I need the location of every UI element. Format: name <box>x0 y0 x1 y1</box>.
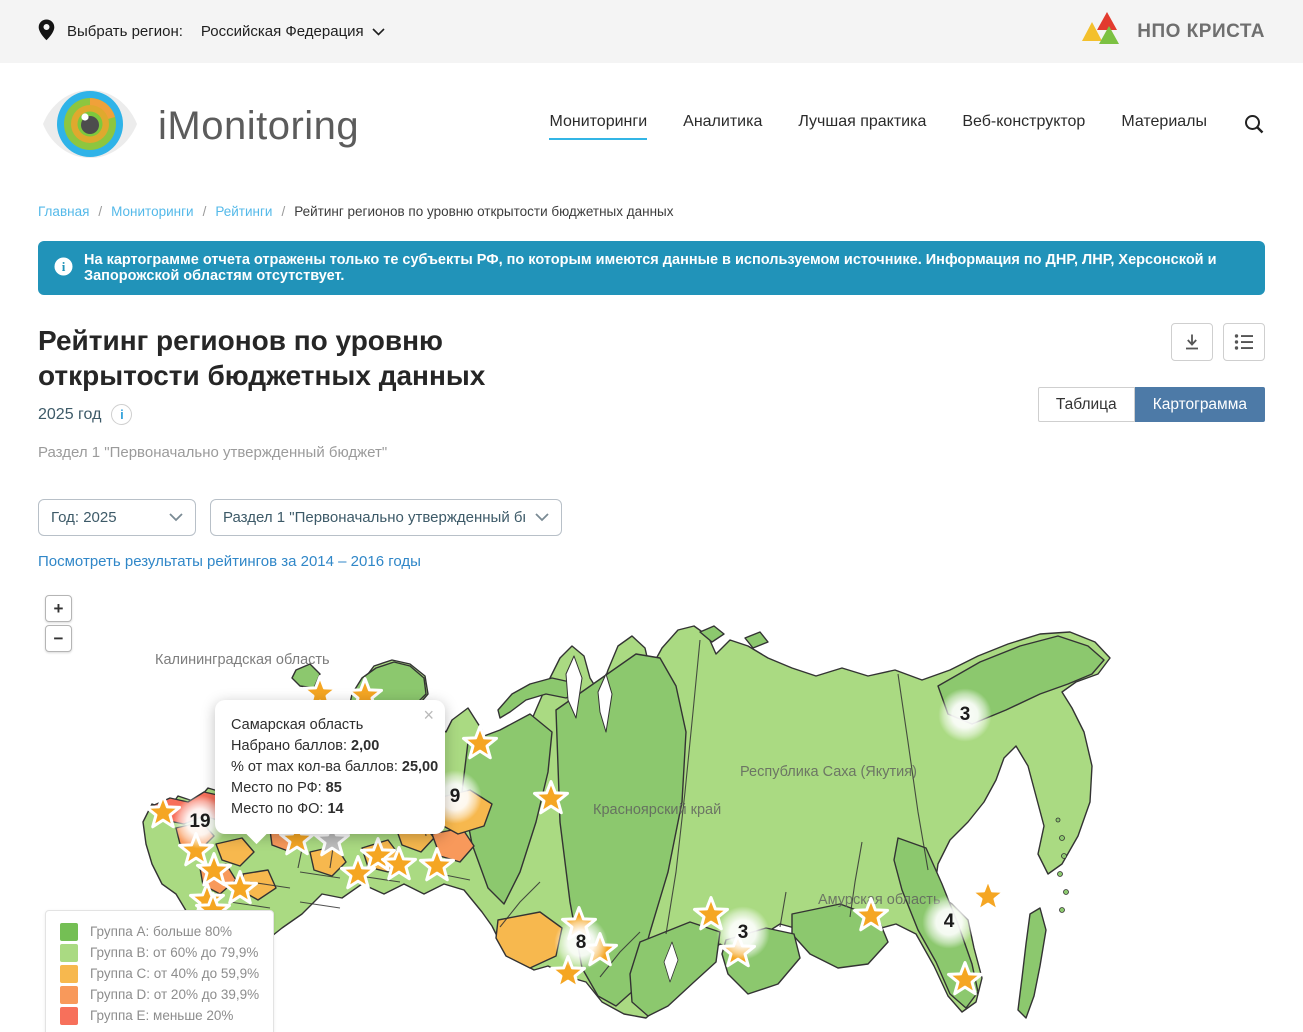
legend-group-d: Группа D: от 20% до 39,9% <box>60 984 259 1005</box>
map-region-label: Красноярский край <box>593 802 721 818</box>
toggle-map-button[interactable]: Картограмма <box>1135 387 1265 422</box>
svg-text:i: i <box>62 259 66 274</box>
list-icon <box>1234 333 1254 351</box>
krista-logo-text: НПО КРИСТА <box>1137 21 1265 43</box>
breadcrumb: Главная/ Мониторинги/ Рейтинги/ Рейтинг … <box>0 204 1303 219</box>
nav-best-practice[interactable]: Лучшая практика <box>798 113 926 140</box>
download-icon <box>1182 332 1202 352</box>
list-view-button[interactable] <box>1223 323 1265 361</box>
map-zoom-controls: + − <box>45 595 72 652</box>
location-pin-icon <box>38 19 55 45</box>
nav-materials[interactable]: Материалы <box>1121 113 1207 140</box>
history-results-link[interactable]: Посмотреть результаты рейтингов за 2014 … <box>38 553 421 570</box>
legend-swatch-c <box>60 965 78 983</box>
info-banner: i На картограмме отчета отражены только … <box>38 241 1265 295</box>
breadcrumb-current: Рейтинг регионов по уровню открытости бю… <box>294 204 673 219</box>
filters: Год: 2025 Раздел 1 "Первоначально утверж… <box>0 499 1303 536</box>
legend-swatch-e <box>60 1007 78 1025</box>
legend-group-e: Группа E: меньше 20% <box>60 1005 259 1026</box>
tooltip-percent-row: % от max кол-ва баллов: 25,00 <box>231 757 429 778</box>
legend-group-c: Группа C: от 40% до 59,9% <box>60 963 259 984</box>
zoom-out-button[interactable]: − <box>45 625 72 652</box>
chevron-down-icon <box>535 509 549 526</box>
map-region-label: Республика Саха (Якутия) <box>740 764 917 780</box>
tooltip-region-name: Самарская область <box>231 715 429 736</box>
cluster-badge[interactable]: 8 <box>554 916 608 970</box>
year-info-icon[interactable]: i <box>111 404 132 425</box>
map-canvas[interactable]: + − Калининградская область Республика Са… <box>0 582 1303 1032</box>
region-star-marker[interactable] <box>531 778 571 818</box>
toggle-table-button[interactable]: Таблица <box>1038 387 1135 422</box>
krista-triangles-icon <box>1081 10 1127 53</box>
section-select-value: Раздел 1 "Первоначально утвержденный бю <box>223 509 525 526</box>
map-region-label: Калининградская область <box>155 652 330 668</box>
imonitoring-logo[interactable]: iMonitoring <box>38 84 359 169</box>
breadcrumb-home[interactable]: Главная <box>38 204 89 219</box>
download-button[interactable] <box>1171 323 1213 361</box>
legend-swatch-d <box>60 986 78 1004</box>
cluster-badge[interactable]: 3 <box>938 688 992 742</box>
nav-monitorings[interactable]: Мониторинги <box>549 113 647 140</box>
tooltip-rf-rank-row: Место по РФ: 85 <box>231 778 429 799</box>
chevron-down-icon <box>372 23 385 40</box>
header: iMonitoring Мониторинги Аналитика Лучшая… <box>0 63 1303 190</box>
breadcrumb-monitorings[interactable]: Мониторинги <box>111 204 193 219</box>
breadcrumb-ratings[interactable]: Рейтинги <box>215 204 272 219</box>
select-region-label: Выбрать регион: <box>67 23 183 40</box>
title-section: Рейтинг регионов по уровню открытости бю… <box>0 323 1303 461</box>
krista-logo[interactable]: НПО КРИСТА <box>1081 10 1265 53</box>
region-star-marker[interactable] <box>968 876 1008 916</box>
year-select-value: Год: 2025 <box>51 509 117 526</box>
imonitoring-logo-text: iMonitoring <box>158 104 359 149</box>
cluster-badge[interactable]: 4 <box>922 895 976 949</box>
region-tooltip: × Самарская область Набрано баллов: 2,00… <box>215 700 445 834</box>
year-select[interactable]: Год: 2025 <box>38 499 196 536</box>
region-star-marker[interactable] <box>417 845 457 885</box>
region-star-marker[interactable] <box>851 895 891 935</box>
region-star-marker[interactable] <box>945 959 985 999</box>
search-icon[interactable] <box>1243 113 1265 140</box>
tooltip-score-row: Набрано баллов: 2,00 <box>231 736 429 757</box>
section-select[interactable]: Раздел 1 "Первоначально утвержденный бю <box>210 499 562 536</box>
info-icon: i <box>54 257 73 280</box>
info-banner-text: На картограмме отчета отражены только те… <box>84 252 1249 284</box>
page-title: Рейтинг регионов по уровню открытости бю… <box>38 323 598 393</box>
cluster-badge[interactable]: 3 <box>716 906 770 960</box>
legend-swatch-a <box>60 923 78 941</box>
nav-web-constructor[interactable]: Веб-конструктор <box>962 113 1085 140</box>
close-icon[interactable]: × <box>423 705 434 726</box>
topbar: Выбрать регион: Российская Федерация НПО… <box>0 0 1303 63</box>
chevron-down-icon <box>169 509 183 526</box>
report-subtitle: Раздел 1 "Первоначально утвержденный бюд… <box>38 444 598 461</box>
map-legend: Группа A: больше 80% Группа B: от 60% до… <box>45 910 274 1032</box>
view-toggle: Таблица Картограмма <box>1038 387 1265 422</box>
legend-group-b: Группа B: от 60% до 79,9% <box>60 942 259 963</box>
zoom-in-button[interactable]: + <box>45 595 72 622</box>
region-selector[interactable]: Российская Федерация <box>201 23 385 40</box>
legend-swatch-b <box>60 944 78 962</box>
report-year: 2025 год <box>38 406 101 424</box>
main-nav: Мониторинги Аналитика Лучшая практика Ве… <box>549 113 1265 140</box>
nav-analytics[interactable]: Аналитика <box>683 113 762 140</box>
tooltip-fo-rank-row: Место по ФО: 14 <box>231 799 429 820</box>
legend-group-a: Группа A: больше 80% <box>60 921 259 942</box>
region-star-marker[interactable] <box>460 723 500 763</box>
region-selector-value: Российская Федерация <box>201 23 364 40</box>
region-star-marker[interactable] <box>379 844 419 884</box>
imonitoring-eye-icon <box>38 84 142 169</box>
